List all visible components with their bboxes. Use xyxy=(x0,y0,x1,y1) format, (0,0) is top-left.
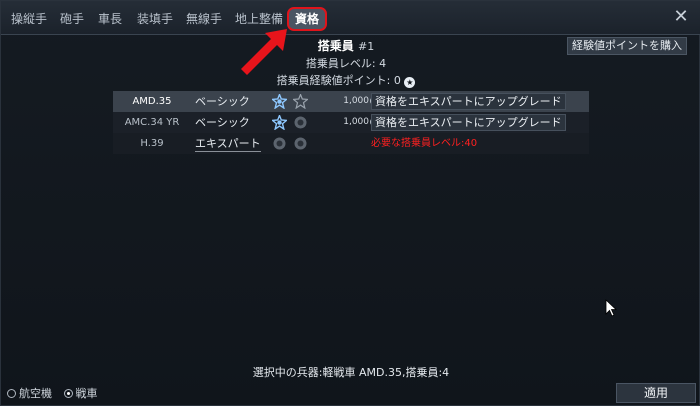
crew-number: #1 xyxy=(357,40,375,53)
radio-unchecked-icon xyxy=(7,388,16,398)
tab-driver[interactable]: 操縦手 xyxy=(11,9,47,29)
xp-star-icon: ★ xyxy=(404,77,416,88)
tab-qualification[interactable]: 資格 xyxy=(287,7,328,31)
crew-qualification-window: 操縦手 砲手 車長 装填手 無線手 地上整備 資格 ✕ 搭乗員 #1 搭乗員レベ… xyxy=(0,0,700,406)
qualification-level: ベーシック xyxy=(195,116,250,129)
crew-level: 搭乗員レベル: 4 xyxy=(305,57,387,70)
tab-bar: 操縦手 砲手 車長 装填手 無線手 地上整備 資格 ✕ xyxy=(1,1,700,35)
upgrade-button[interactable]: 資格をエキスパートにアップグレード xyxy=(371,93,566,110)
crew-title-label: 搭乗員 xyxy=(317,39,354,53)
qualification-level: エキスパート xyxy=(195,137,261,152)
table-row[interactable]: H.39 エキスパート 必要な搭乗員レベル:40 xyxy=(113,133,589,154)
vehicle-name: H.39 xyxy=(140,138,164,149)
upgrade-cost: 1,000 xyxy=(343,96,369,106)
radio-label: 戦車 xyxy=(75,387,98,400)
tab-ground-service[interactable]: 地上整備 xyxy=(235,9,283,29)
tab-radio-operator[interactable]: 無線手 xyxy=(186,9,222,29)
close-icon[interactable]: ✕ xyxy=(671,7,691,27)
crew-xp-line: 搭乗員経験値ポイント: 0 ★ xyxy=(0,72,700,88)
unit-type-radio-group: 航空機 戦車 xyxy=(7,385,106,401)
upgrade-button[interactable]: 資格をエキスパートにアップグレード xyxy=(371,114,566,131)
buy-xp-button[interactable]: 経験値ポイントを購入 xyxy=(567,37,687,55)
tab-commander[interactable]: 車長 xyxy=(98,9,122,29)
crew-xp: 搭乗員経験値ポイント: 0 xyxy=(276,74,401,87)
required-level-text: 必要な搭乗員レベル:40 xyxy=(371,138,478,149)
qualification-level: ベーシック xyxy=(195,95,250,108)
basic-badge-icon xyxy=(272,136,287,157)
tab-loader[interactable]: 装填手 xyxy=(137,9,173,29)
radio-aircraft[interactable]: 航空機 xyxy=(7,385,52,401)
upgrade-cost: 1,000 xyxy=(343,117,369,127)
radio-checked-icon xyxy=(63,388,73,398)
radio-label: 航空機 xyxy=(19,387,52,400)
expert-badge-icon xyxy=(293,136,308,157)
vehicle-name: AMD.35 xyxy=(132,96,172,107)
selected-vehicle-info: 選択中の兵器:軽戦車 AMD.35,搭乗員:4 xyxy=(252,366,450,379)
vehicle-name: AMC.34 YR xyxy=(124,117,180,128)
table-row[interactable]: AMC.34 YR ベーシック 1,000 資格をエキスパートにアップグレード xyxy=(113,112,589,133)
radio-tanks[interactable]: 戦車 xyxy=(63,385,98,401)
apply-button[interactable]: 適用 xyxy=(616,383,696,403)
tab-gunner[interactable]: 砲手 xyxy=(60,9,84,29)
mouse-cursor-icon xyxy=(605,299,617,317)
table-row[interactable]: AMD.35 ベーシック 1,000 資格をエキスパートにアップグレード xyxy=(113,91,589,112)
qualification-table: AMD.35 ベーシック 1,000 資格をエキスパートにアップグレード AMC… xyxy=(113,91,589,154)
